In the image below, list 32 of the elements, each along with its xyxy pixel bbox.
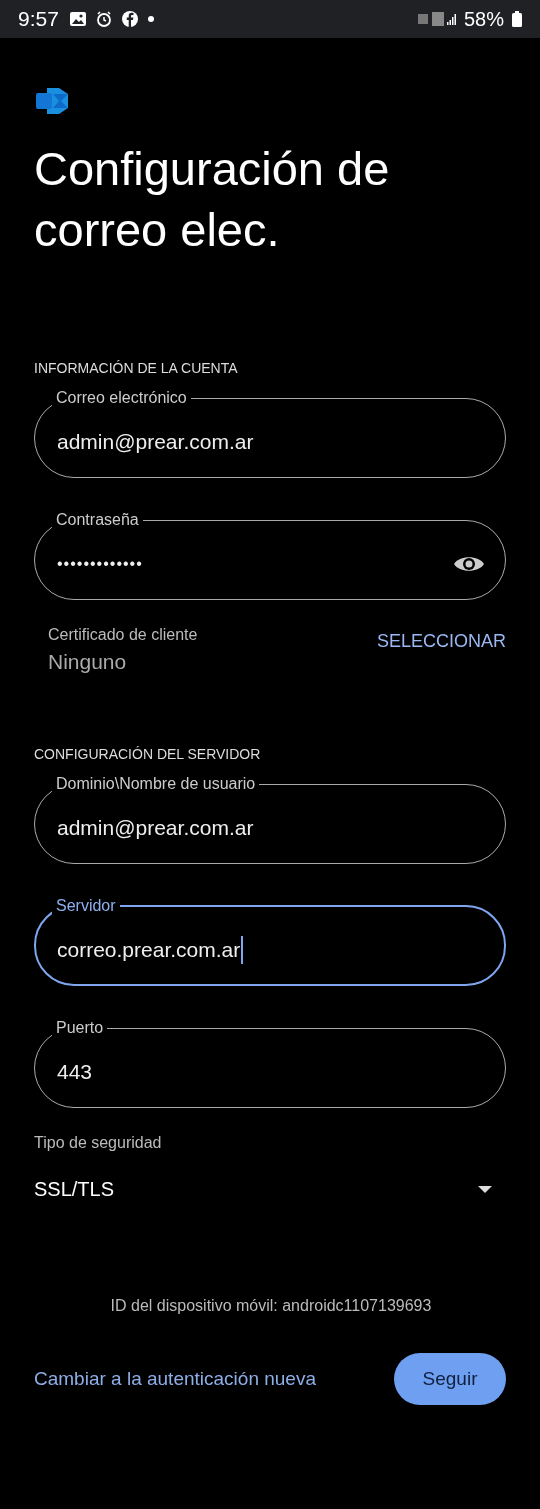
- field-label: Puerto: [55, 1018, 105, 1038]
- certificate-label: Certificado de cliente: [48, 626, 198, 644]
- field-value: admin@prear.com.ar: [57, 816, 254, 840]
- certificate-value: Ninguno: [48, 650, 128, 674]
- dot-icon: [146, 15, 155, 23]
- field-label: Contraseña: [55, 510, 140, 530]
- field-value: 443: [57, 1060, 93, 1084]
- device-id-text: ID del dispositivo móvil: androidc1107139693: [109, 1297, 433, 1315]
- exchange-logo-icon: [35, 86, 69, 116]
- select-button[interactable]: SELECCIONAR: [376, 630, 506, 652]
- field-value: correo.prear.com.ar: [57, 938, 241, 962]
- battery-level: 58%: [463, 7, 504, 31]
- page-title: Configuración de correo elec.: [34, 141, 391, 258]
- field-value: •••••••••••••: [57, 555, 143, 573]
- image-icon: [68, 11, 87, 27]
- text-cursor: [241, 936, 244, 964]
- field-value: admin@prear.com.ar: [57, 430, 254, 454]
- section-heading: INFORMACIÓN DE LA CUENTA: [34, 360, 239, 376]
- dropdown-arrow-icon: [478, 1185, 492, 1194]
- facebook-icon: [120, 10, 139, 28]
- field-label: Servidor: [55, 896, 117, 916]
- next-button[interactable]: Seguir: [394, 1353, 506, 1405]
- switch-auth-link[interactable]: Cambiar a la autenticación nueva: [34, 1368, 316, 1390]
- security-type-dropdown[interactable]: SSL/TLS: [34, 1178, 506, 1201]
- battery-icon: [512, 11, 522, 27]
- field-label: Correo electrónico: [55, 388, 188, 408]
- alarm-icon: [94, 10, 113, 28]
- section-heading: CONFIGURACIÓN DEL SERVIDOR: [34, 746, 262, 762]
- security-type-label: Tipo de seguridad: [34, 1134, 163, 1152]
- clock-time: 9:57: [18, 7, 59, 31]
- field-label: Dominio\Nombre de usuario: [55, 774, 257, 794]
- input-field[interactable]: Servidor correo.prear.com.ar: [34, 896, 506, 986]
